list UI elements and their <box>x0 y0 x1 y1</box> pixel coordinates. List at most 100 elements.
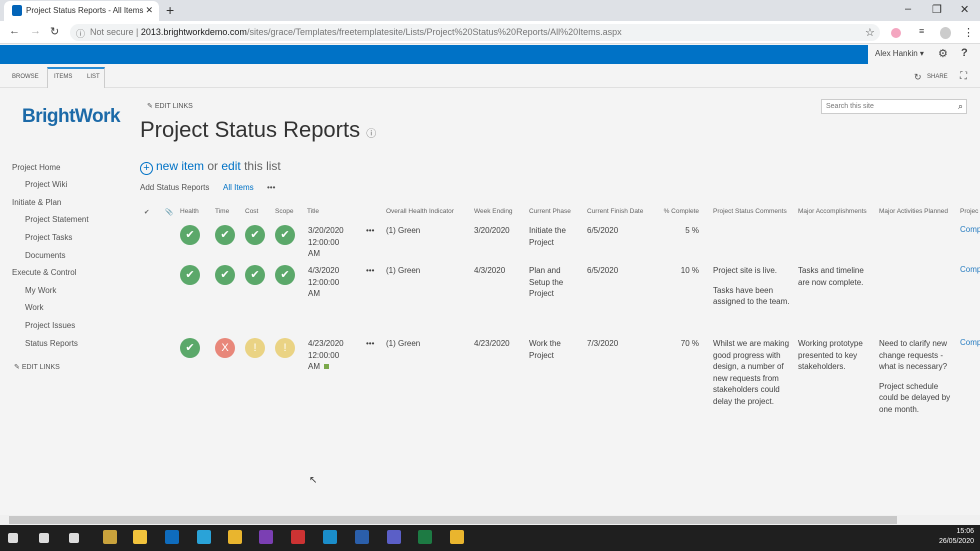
item-menu-ellipsis[interactable]: ••• <box>366 225 374 237</box>
column-header-project-status-comments[interactable]: Project Status Comments <box>713 208 787 215</box>
profile-avatar[interactable] <box>940 27 951 39</box>
taskbar-clock[interactable]: 15:06 26/05/2020 <box>930 527 974 547</box>
title-line[interactable]: 12:00:00 <box>308 277 339 289</box>
browser-tab[interactable]: Project Status Reports - All Items ✕ <box>4 1 159 21</box>
select-all-checkmark[interactable]: ✔ <box>144 208 149 216</box>
ribbon-tab-list[interactable]: LIST <box>87 74 100 80</box>
brightwork-logo[interactable]: BrightWork <box>22 106 121 128</box>
title-line[interactable]: 4/23/2020 <box>308 338 344 350</box>
back-icon[interactable]: ← <box>9 25 20 37</box>
nav-item-initiate-plan[interactable]: Initiate & Plan <box>12 198 61 207</box>
extension-icon[interactable] <box>891 28 901 38</box>
task-view-icon[interactable] <box>69 533 79 543</box>
nav-item-project-issues[interactable]: Project Issues <box>25 321 75 330</box>
bookmark-star-icon[interactable]: ☆ <box>865 26 875 39</box>
nav-item-execute-control[interactable]: Execute & Control <box>12 268 76 277</box>
share-icon[interactable]: ↻ <box>914 72 922 83</box>
paint-icon[interactable] <box>291 530 305 544</box>
gear-icon[interactable]: ⚙ <box>938 47 948 60</box>
pencil-icon: ✎ <box>14 364 22 371</box>
info-icon[interactable]: ⓘ <box>366 129 376 140</box>
column-header-health[interactable]: Health <box>180 208 199 215</box>
project-link[interactable]: Comp <box>960 225 980 234</box>
page-title: Project Status Reports ⓘ <box>140 117 377 142</box>
new-tab-button[interactable]: + <box>166 2 174 18</box>
pencil-icon: ✎ <box>147 103 155 110</box>
windows-start-icon[interactable] <box>8 533 18 543</box>
view-add-status-reports[interactable]: Add Status Reports <box>140 183 209 192</box>
share-button[interactable]: SHARE <box>927 74 948 80</box>
title-line[interactable]: AM <box>308 288 320 300</box>
edit-list-link[interactable]: edit <box>221 159 240 173</box>
search-icon[interactable] <box>39 533 49 543</box>
title-line[interactable]: AM <box>308 361 320 373</box>
nav-item-project-tasks[interactable]: Project Tasks <box>25 233 72 242</box>
file-explorer-icon[interactable] <box>133 530 147 544</box>
nav-item-project-statement[interactable]: Project Statement <box>25 215 89 224</box>
view-all-items[interactable]: All Items <box>223 183 254 192</box>
onenote-icon[interactable] <box>259 530 273 544</box>
excel-icon[interactable] <box>418 530 432 544</box>
status-ok-icon: ✔ <box>275 225 295 245</box>
nav-item-documents[interactable]: Documents <box>25 251 65 260</box>
nav-item-status-reports[interactable]: Status Reports <box>25 339 78 348</box>
project-link[interactable]: Comp <box>960 265 980 274</box>
edge-icon[interactable] <box>197 530 211 544</box>
title-line[interactable]: 12:00:00 <box>308 350 339 362</box>
nav-item-my-work[interactable]: My Work <box>25 286 56 295</box>
column-header-major-activities-planned[interactable]: Major Activities Planned <box>879 208 948 215</box>
search-icon[interactable]: ⌕ <box>958 101 963 112</box>
project-link[interactable]: Comp <box>960 338 980 347</box>
column-header-title[interactable]: Title <box>307 208 319 215</box>
column-header-projec[interactable]: Projec <box>960 208 978 215</box>
title-line[interactable]: 4/3/2020 <box>308 265 339 277</box>
sway-icon[interactable] <box>323 530 337 544</box>
item-menu-ellipsis[interactable]: ••• <box>366 338 374 350</box>
browser-menu-icon[interactable]: ⋮ <box>963 26 974 39</box>
column-header-current-finish-date[interactable]: Current Finish Date <box>587 208 643 215</box>
more-views-button[interactable]: ••• <box>267 183 275 192</box>
reload-icon[interactable]: ↻ <box>50 25 59 38</box>
search-input[interactable]: Search this site ⌕ <box>821 99 967 114</box>
word-icon[interactable] <box>355 530 369 544</box>
column-header-cost[interactable]: Cost <box>245 208 258 215</box>
ribbon-tab-items[interactable]: ITEMS <box>54 74 72 80</box>
column-header-time[interactable]: Time <box>215 208 229 215</box>
chrome-icon[interactable] <box>228 530 242 544</box>
scrollbar-thumb[interactable] <box>9 516 897 524</box>
item-menu-ellipsis[interactable]: ••• <box>366 265 374 277</box>
overall-health: (1) Green <box>386 266 421 275</box>
close-window-button[interactable]: ✕ <box>960 3 969 16</box>
help-icon[interactable]: ? <box>961 47 968 59</box>
title-line[interactable]: 12:00:00 <box>308 237 339 249</box>
app-icon[interactable] <box>103 530 117 544</box>
column-header--complete[interactable]: % Complete <box>661 208 699 215</box>
nav-item-work[interactable]: Work <box>25 303 44 312</box>
chrome-icon[interactable] <box>450 530 464 544</box>
minimize-button[interactable]: – <box>905 3 911 15</box>
focus-content-icon[interactable]: ⛶ <box>960 71 967 82</box>
reading-list-icon[interactable]: ≡ <box>919 26 924 36</box>
title-line[interactable]: 3/20/2020 <box>308 225 344 237</box>
column-header-overall-health-indicator[interactable]: Overall Health Indicator <box>386 208 454 215</box>
nav-item-project-wiki[interactable]: Project Wiki <box>25 180 67 189</box>
new-item-link[interactable]: new item <box>156 159 204 173</box>
maximize-button[interactable]: ❐ <box>932 3 942 16</box>
column-header-major-accomplishments[interactable]: Major Accomplishments <box>798 208 867 215</box>
current-phase: Plan and <box>529 266 561 275</box>
add-icon[interactable]: + <box>140 162 153 175</box>
forward-icon[interactable]: → <box>30 25 41 37</box>
user-menu[interactable]: Alex Hankin ▾ <box>875 49 924 58</box>
column-header-week-ending[interactable]: Week Ending <box>474 208 513 215</box>
nav-item-project-home[interactable]: Project Home <box>12 163 60 172</box>
column-header-scope[interactable]: Scope <box>275 208 293 215</box>
url-input[interactable]: ⓘ Not secure | 2013.brightworkdemo.com/si… <box>70 24 880 41</box>
outlook-icon[interactable] <box>165 530 179 544</box>
edit-links-top[interactable]: ✎ EDIT LINKS <box>147 102 193 110</box>
teams-icon[interactable] <box>387 530 401 544</box>
edit-links-nav[interactable]: ✎ EDIT LINKS <box>14 363 60 371</box>
title-line[interactable]: AM <box>308 248 320 260</box>
close-tab-icon[interactable]: ✕ <box>145 5 153 16</box>
column-header-current-phase[interactable]: Current Phase <box>529 208 571 215</box>
ribbon-tab-browse[interactable]: BROWSE <box>12 74 39 80</box>
